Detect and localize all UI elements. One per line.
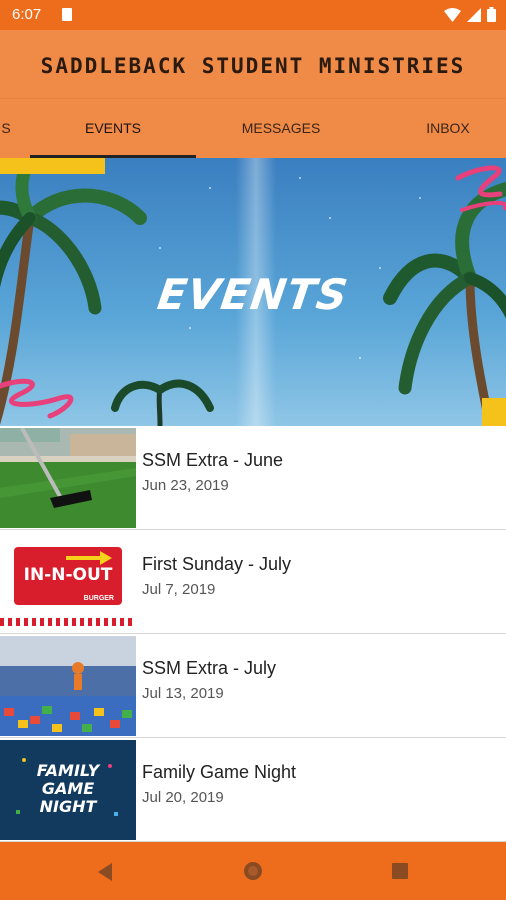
event-title: Family Game Night bbox=[142, 762, 297, 782]
status-bar: 6:07 bbox=[0, 0, 506, 30]
event-title: SSM Extra - July bbox=[142, 658, 277, 678]
decorative-border bbox=[0, 618, 136, 626]
system-navigation-bar bbox=[0, 842, 506, 900]
status-time: 6:07 bbox=[12, 6, 42, 23]
event-thumbnail bbox=[0, 428, 136, 528]
list-item[interactable]: SSM Extra - July Jul 13, 2019 bbox=[0, 634, 506, 738]
event-list: SSM Extra - June Jun 23, 2019 IN-N-OUT B… bbox=[0, 426, 506, 842]
app-bar: SADDLEBACK STUDENT MINISTRIES bbox=[0, 30, 506, 98]
event-thumbnail: FAMILY GAME NIGHT bbox=[0, 740, 136, 840]
home-icon[interactable] bbox=[242, 860, 264, 882]
signal-icon bbox=[467, 7, 481, 22]
tab-partial[interactable]: S bbox=[0, 99, 16, 157]
tab-inbox[interactable]: INBOX bbox=[392, 99, 504, 157]
back-icon[interactable] bbox=[96, 862, 114, 882]
hero-title: EVENTS bbox=[154, 270, 352, 319]
recent-apps-icon[interactable] bbox=[392, 863, 408, 879]
event-thumbnail: IN-N-OUT BURGER bbox=[0, 532, 136, 632]
list-item[interactable]: IN-N-OUT BURGER First Sunday - July Jul … bbox=[0, 530, 506, 634]
events-hero-banner: EVENTS bbox=[0, 158, 506, 426]
event-title: First Sunday - July bbox=[142, 554, 292, 574]
event-date: Jul 20, 2019 bbox=[142, 789, 224, 806]
sd-card-icon bbox=[62, 8, 72, 21]
list-item[interactable]: SSM Extra - June Jun 23, 2019 bbox=[0, 426, 506, 530]
tab-bar: S EVENTS MESSAGES INBOX bbox=[0, 98, 506, 158]
list-item[interactable]: FAMILY GAME NIGHT Family Game Night Jul … bbox=[0, 738, 506, 842]
tab-events[interactable]: EVENTS bbox=[30, 99, 196, 157]
wifi-icon bbox=[444, 7, 461, 22]
app-title: SADDLEBACK STUDENT MINISTRIES bbox=[40, 54, 466, 78]
battery-icon bbox=[487, 7, 496, 22]
event-date: Jul 7, 2019 bbox=[142, 581, 216, 598]
event-date: Jul 13, 2019 bbox=[142, 685, 224, 702]
innout-logo: IN-N-OUT BURGER bbox=[14, 547, 122, 605]
event-thumbnail bbox=[0, 636, 136, 736]
event-date: Jun 23, 2019 bbox=[142, 477, 229, 494]
tab-messages[interactable]: MESSAGES bbox=[196, 99, 366, 157]
event-title: SSM Extra - June bbox=[142, 450, 284, 470]
